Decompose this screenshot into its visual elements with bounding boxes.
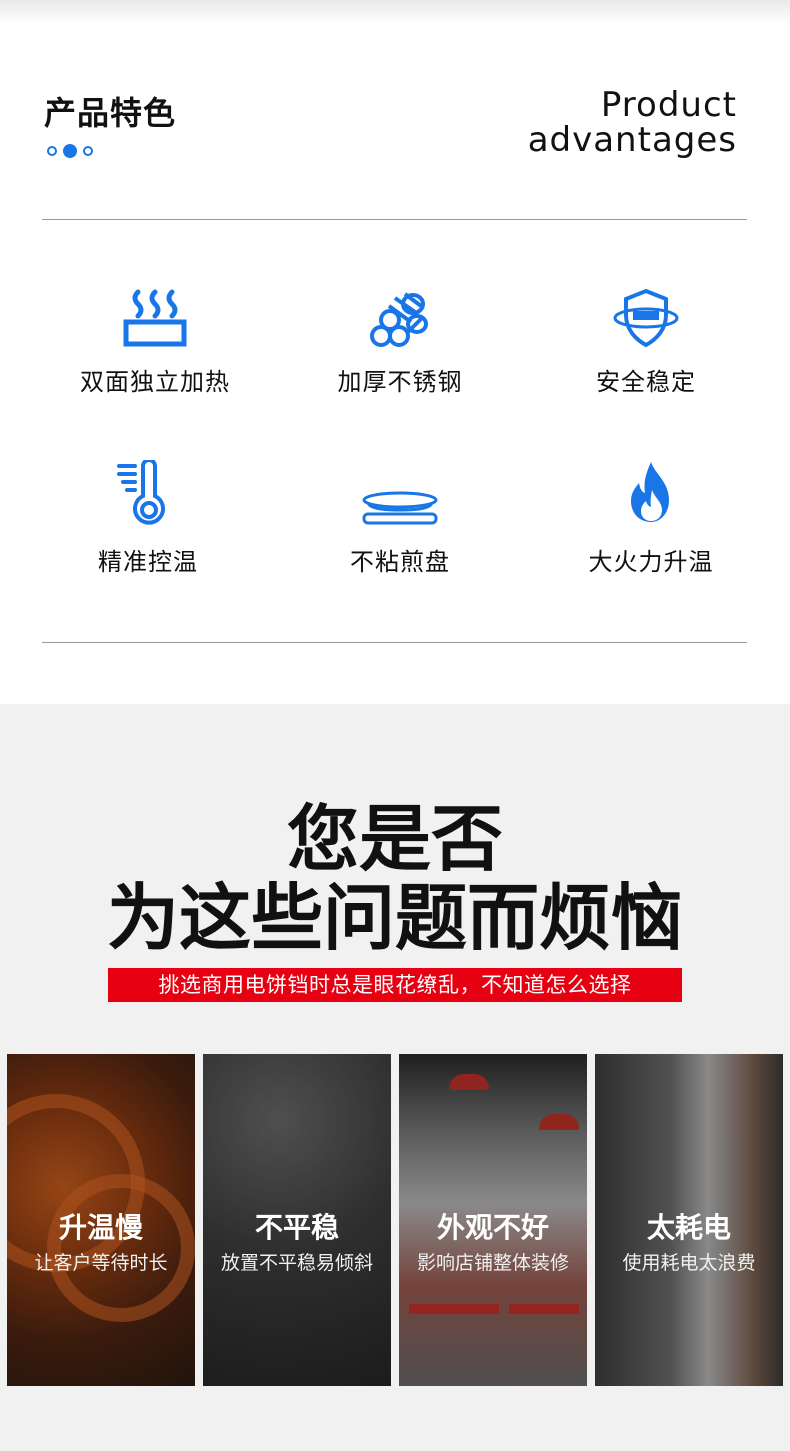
card-desc: 影响店铺整体装修 (416, 1252, 569, 1274)
card-desc: 放置不平稳易倾斜 (220, 1252, 373, 1274)
carousel-dots (47, 144, 93, 158)
top-shadow (0, 0, 790, 24)
flame-icon (631, 462, 669, 522)
card-desc: 让客户等待时长 (34, 1252, 168, 1274)
feature-big-fire: 大火力升温 (531, 460, 771, 577)
section-title: 产品特色 (44, 94, 177, 132)
feature-nonstick-pan: 不粘煎盘 (280, 460, 520, 577)
shield-icon (613, 288, 679, 348)
divider-top (42, 219, 747, 220)
feature-label: 大火力升温 (588, 548, 714, 576)
problems-headline-line1: 您是否 (286, 797, 503, 881)
feature-label: 加厚不锈钢 (337, 368, 463, 396)
title-en-line2: advantages (527, 120, 737, 160)
problems-headline-line2: 为这些问题而烦恼 (106, 876, 683, 960)
card-title: 太耗电 (646, 1211, 731, 1244)
feature-safe-stable: 安全稳定 (526, 288, 766, 397)
section-title-en: Product advantages (528, 88, 737, 158)
feature-label: 双面独立加热 (80, 368, 230, 396)
dot-3 (83, 146, 93, 156)
card-desc: 使用耗电太浪费 (622, 1252, 756, 1274)
title-en-line1: Product (600, 85, 737, 125)
card-title: 升温慢 (58, 1211, 143, 1244)
steam-heat-icon (123, 289, 187, 347)
feature-label: 不粘煎盘 (350, 548, 450, 576)
thermometer-icon (117, 460, 165, 525)
pan-icon (362, 491, 438, 525)
feature-label: 安全稳定 (596, 368, 696, 396)
card-title: 外观不好 (436, 1211, 549, 1244)
feature-double-heating: 双面独立加热 (35, 288, 275, 397)
feature-thick-steel: 加厚不锈钢 (280, 288, 520, 397)
problem-card-power-hungry: 太耗电 使用耗电太浪费 (595, 1054, 783, 1386)
divider-bottom (42, 642, 747, 643)
feature-precise-temp: 精准控温 (28, 460, 268, 577)
dot-1 (47, 146, 57, 156)
dot-2-active (63, 144, 77, 158)
steel-pipes-icon (370, 292, 428, 347)
problem-card-unstable: 不平稳 放置不平稳易倾斜 (203, 1054, 391, 1386)
feature-label: 精准控温 (98, 548, 198, 576)
problem-card-slow-heating: 升温慢 让客户等待时长 (7, 1054, 195, 1386)
problem-card-bad-look: 外观不好 影响店铺整体装修 (399, 1054, 587, 1386)
card-title: 不平稳 (254, 1211, 339, 1244)
problems-subtitle: 挑选商用电饼铛时总是眼花缭乱，不知道怎么选择 (108, 968, 682, 1002)
